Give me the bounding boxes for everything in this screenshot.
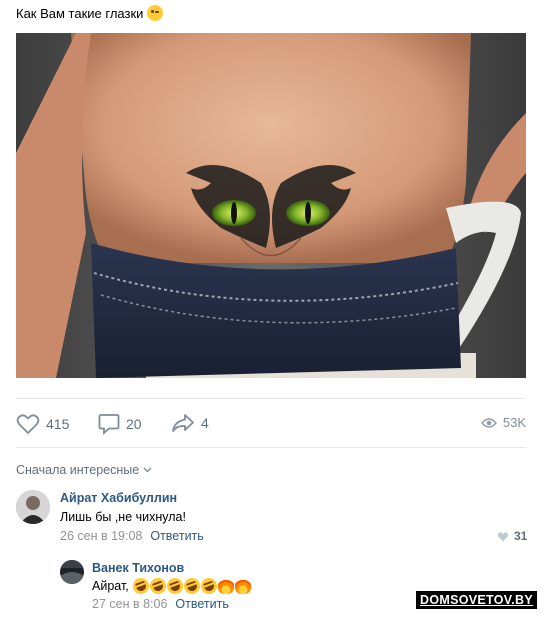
heart-icon: [497, 531, 509, 541]
fire-emoji-icon: [234, 578, 251, 594]
comment-text: Лишь бы ,не чихнула!: [60, 510, 186, 524]
post-actions-bar: 415 20 4 53K: [16, 398, 526, 448]
comment-count: 20: [126, 416, 142, 432]
comment-date[interactable]: 27 сен в 8:06: [92, 597, 167, 611]
tattoo-photo-image: [16, 33, 526, 378]
like-count: 415: [46, 416, 70, 432]
reply-button[interactable]: Ответить: [150, 529, 203, 543]
comment-date[interactable]: 26 сен в 19:08: [60, 529, 142, 543]
share-button[interactable]: 4: [171, 413, 209, 433]
comment-button[interactable]: 20: [98, 413, 142, 435]
comment-like-button[interactable]: 31: [497, 529, 527, 543]
rolling-laughing-emoji-icon: [164, 575, 186, 597]
comment-meta: 26 сен в 19:08 Ответить: [60, 529, 204, 543]
post-photo[interactable]: [16, 33, 526, 378]
comment-like-count: 31: [514, 529, 528, 543]
views-counter: 53K: [480, 415, 526, 430]
post-text-content: Как Вам такие глазки: [16, 5, 144, 21]
rolling-laughing-emoji-icon: [130, 575, 152, 597]
share-arrow-icon: [172, 414, 194, 432]
user-photo-icon: [60, 560, 84, 584]
comment-text: Айрат,: [92, 575, 252, 597]
rolling-laughing-emoji-icon: [198, 575, 220, 597]
comment-meta: 27 сен в 8:06 Ответить: [92, 597, 229, 611]
rolling-laughing-emoji-icon: [147, 575, 169, 597]
watermark: DOMSOVETOV.BY: [416, 591, 537, 609]
views-count: 53K: [502, 415, 526, 430]
winking-face-icon: [147, 5, 164, 21]
avatar[interactable]: [60, 560, 84, 584]
comment-icon: [98, 414, 120, 435]
share-count: 4: [201, 415, 209, 431]
comment-author[interactable]: Айрат Хабибуллин: [60, 491, 177, 505]
post-text: Как Вам такие глазки: [16, 5, 164, 21]
user-photo-icon: [16, 490, 50, 524]
comment-author[interactable]: Ванек Тихонов: [92, 561, 184, 575]
fire-emoji-icon: [217, 578, 234, 594]
eye-icon: [480, 417, 497, 428]
comments-sort-dropdown[interactable]: Сначала интересные: [16, 463, 152, 477]
like-button[interactable]: 415: [16, 413, 69, 435]
comment-text-content: Айрат,: [92, 579, 129, 593]
rolling-laughing-emoji-icon: [181, 575, 203, 597]
chevron-down-icon: [143, 467, 152, 473]
heart-icon: [16, 414, 40, 435]
reply-button[interactable]: Ответить: [175, 597, 228, 611]
sort-label: Сначала интересные: [16, 463, 140, 477]
avatar[interactable]: [16, 490, 50, 524]
